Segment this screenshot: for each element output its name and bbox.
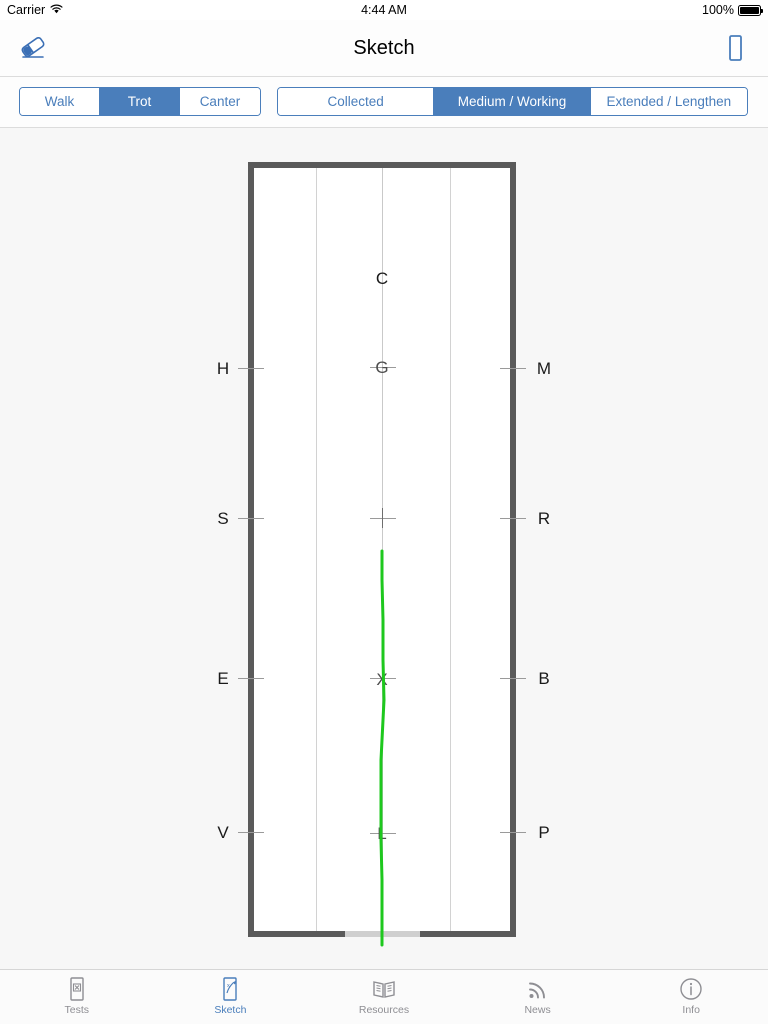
tab-news[interactable]: News	[461, 970, 615, 1024]
tab-sketch[interactable]: x Sketch	[154, 970, 308, 1024]
arena-letter-c: C	[375, 269, 389, 288]
info-icon	[678, 975, 704, 1002]
tick-left-h	[238, 368, 264, 369]
tick-right-m	[500, 368, 526, 369]
tab-label-sketch: Sketch	[214, 1004, 247, 1016]
tab-label-resources: Resources	[358, 1004, 410, 1016]
sketch-icon: x	[219, 975, 241, 1002]
app-root: Carrier 4:44 AM 100% Sketch Walk Trot Ca…	[0, 0, 768, 1024]
tab-label-tests: Tests	[64, 1004, 90, 1016]
segment-trot[interactable]: Trot	[99, 88, 180, 115]
segment-walk[interactable]: Walk	[20, 88, 100, 115]
segment-extended-lengthen[interactable]: Extended / Lengthen	[590, 88, 747, 115]
arena-outline-icon[interactable]	[720, 32, 750, 64]
arena-letter-b: B	[538, 669, 550, 688]
segmented-controls-row: Walk Trot Canter Collected Medium / Work…	[0, 77, 768, 128]
status-bar: Carrier 4:44 AM 100%	[0, 0, 768, 20]
arena-letter-g: G	[375, 358, 389, 377]
arena-letter-p: P	[538, 823, 550, 842]
arena-letter-l: L	[377, 824, 387, 843]
arena-letter-h: H	[216, 359, 230, 378]
svg-text:x: x	[227, 983, 230, 989]
navigation-bar: Sketch	[0, 20, 768, 77]
tick-right-b	[500, 678, 526, 679]
arena-letter-s: S	[217, 509, 229, 528]
tab-info[interactable]: Info	[614, 970, 768, 1024]
arena-letter-x: X	[376, 670, 388, 689]
tests-icon	[66, 975, 88, 1002]
tick-left-s	[238, 518, 264, 519]
news-icon	[526, 975, 550, 1002]
arena-letter-m: M	[536, 359, 552, 378]
arena-entrance-gap	[345, 931, 420, 937]
battery-percent-label: 100%	[702, 3, 734, 17]
tick-left-v	[238, 832, 264, 833]
tab-resources[interactable]: Resources	[307, 970, 461, 1024]
page-title: Sketch	[353, 37, 415, 59]
status-bar-right: 100%	[702, 3, 763, 17]
tempo-segmented-control[interactable]: Collected Medium / Working Extended / Le…	[277, 87, 748, 116]
tab-tests[interactable]: Tests	[0, 970, 154, 1024]
tick-center-mid	[370, 518, 396, 519]
tab-label-info: Info	[682, 1004, 700, 1016]
arena-letter-e: E	[217, 669, 229, 688]
segment-canter[interactable]: Canter	[179, 88, 260, 115]
dressage-arena-diagram[interactable]: C A H S E V K M R B P F G X L D	[0, 128, 768, 990]
tick-left-e	[238, 678, 264, 679]
sketch-canvas-area[interactable]: C A H S E V K M R B P F G X L D	[0, 128, 768, 990]
gait-segmented-control[interactable]: Walk Trot Canter	[19, 87, 261, 116]
tab-bar: Tests x Sketch Resources News Info	[0, 969, 768, 1024]
segment-medium-working[interactable]: Medium / Working	[434, 88, 591, 115]
tick-right-p	[500, 832, 526, 833]
battery-full-icon	[738, 4, 763, 16]
resources-icon	[371, 975, 397, 1002]
arena-quarter-line-left	[316, 168, 317, 931]
arena-letter-v: V	[217, 823, 229, 842]
tick-right-r	[500, 518, 526, 519]
tick-center-mid-vertical	[382, 508, 383, 528]
segment-collected[interactable]: Collected	[278, 88, 435, 115]
status-bar-clock: 4:44 AM	[361, 3, 407, 17]
arena-letter-r: R	[537, 509, 551, 528]
arena-quarter-line-right	[450, 168, 451, 931]
tab-label-news: News	[524, 1004, 551, 1016]
